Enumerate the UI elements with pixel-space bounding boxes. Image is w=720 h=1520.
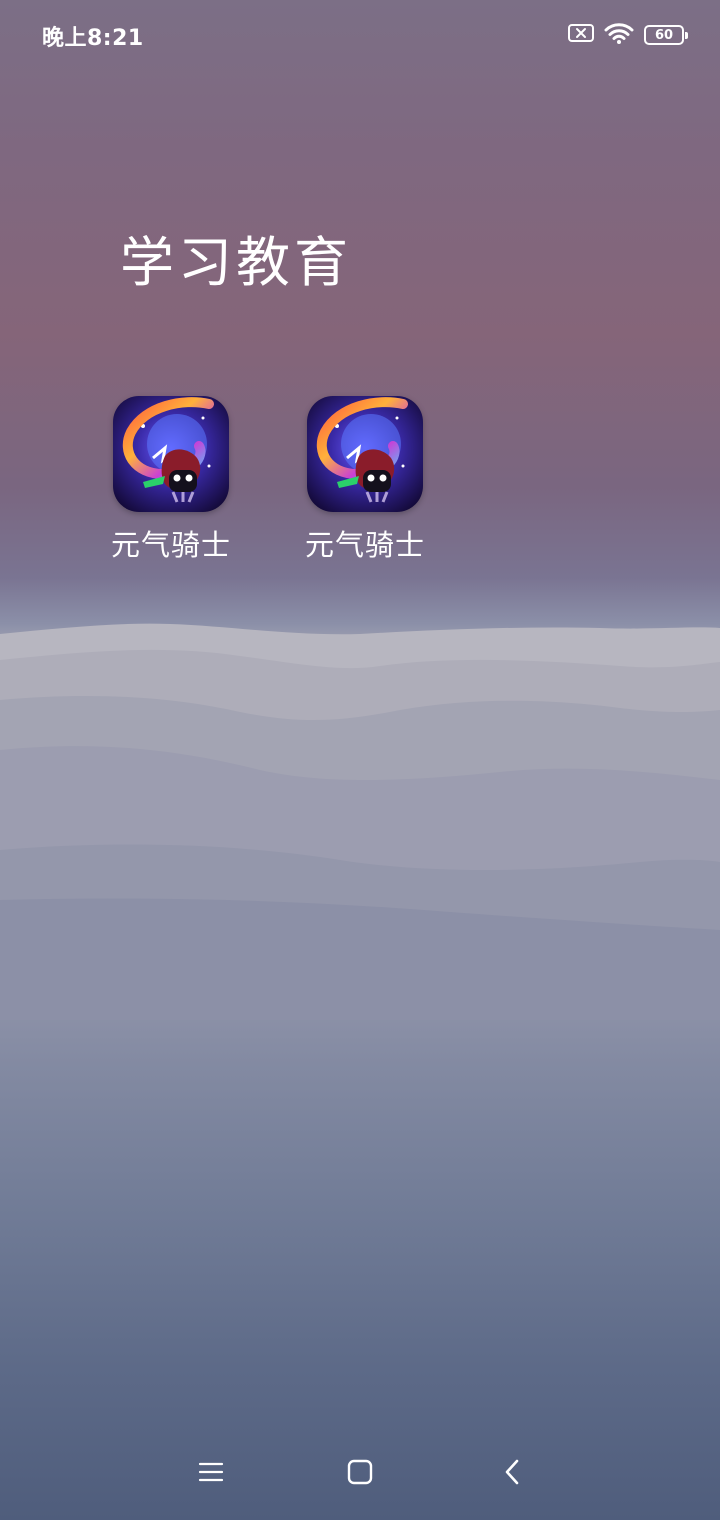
soul-knight-app-icon[interactable] bbox=[307, 396, 423, 512]
battery-level: 60 bbox=[654, 27, 674, 43]
battery-icon: 60 bbox=[644, 25, 688, 45]
app-soul-knight-1[interactable]: 元气骑士 bbox=[101, 396, 241, 564]
app-soul-knight-2[interactable]: 元气骑士 bbox=[295, 396, 435, 564]
status-bar: 晚上8:21 60 bbox=[0, 0, 720, 70]
menu-icon[interactable] bbox=[191, 1452, 231, 1492]
folder-title[interactable]: 学习教育 bbox=[120, 218, 352, 297]
wifi-icon bbox=[604, 22, 634, 48]
desert-dunes-image bbox=[0, 623, 720, 1020]
no-sim-icon bbox=[568, 23, 594, 47]
status-time: 晚上8:21 bbox=[42, 26, 144, 51]
home-icon[interactable] bbox=[340, 1452, 380, 1492]
navigation-bar bbox=[0, 1440, 720, 1504]
app-label: 元气骑士 bbox=[110, 528, 231, 562]
status-icons: 60 bbox=[568, 22, 688, 48]
app-label: 元气骑士 bbox=[304, 528, 425, 562]
back-icon[interactable] bbox=[492, 1452, 532, 1492]
wallpaper bbox=[0, 0, 720, 1520]
soul-knight-app-icon[interactable] bbox=[113, 396, 229, 512]
